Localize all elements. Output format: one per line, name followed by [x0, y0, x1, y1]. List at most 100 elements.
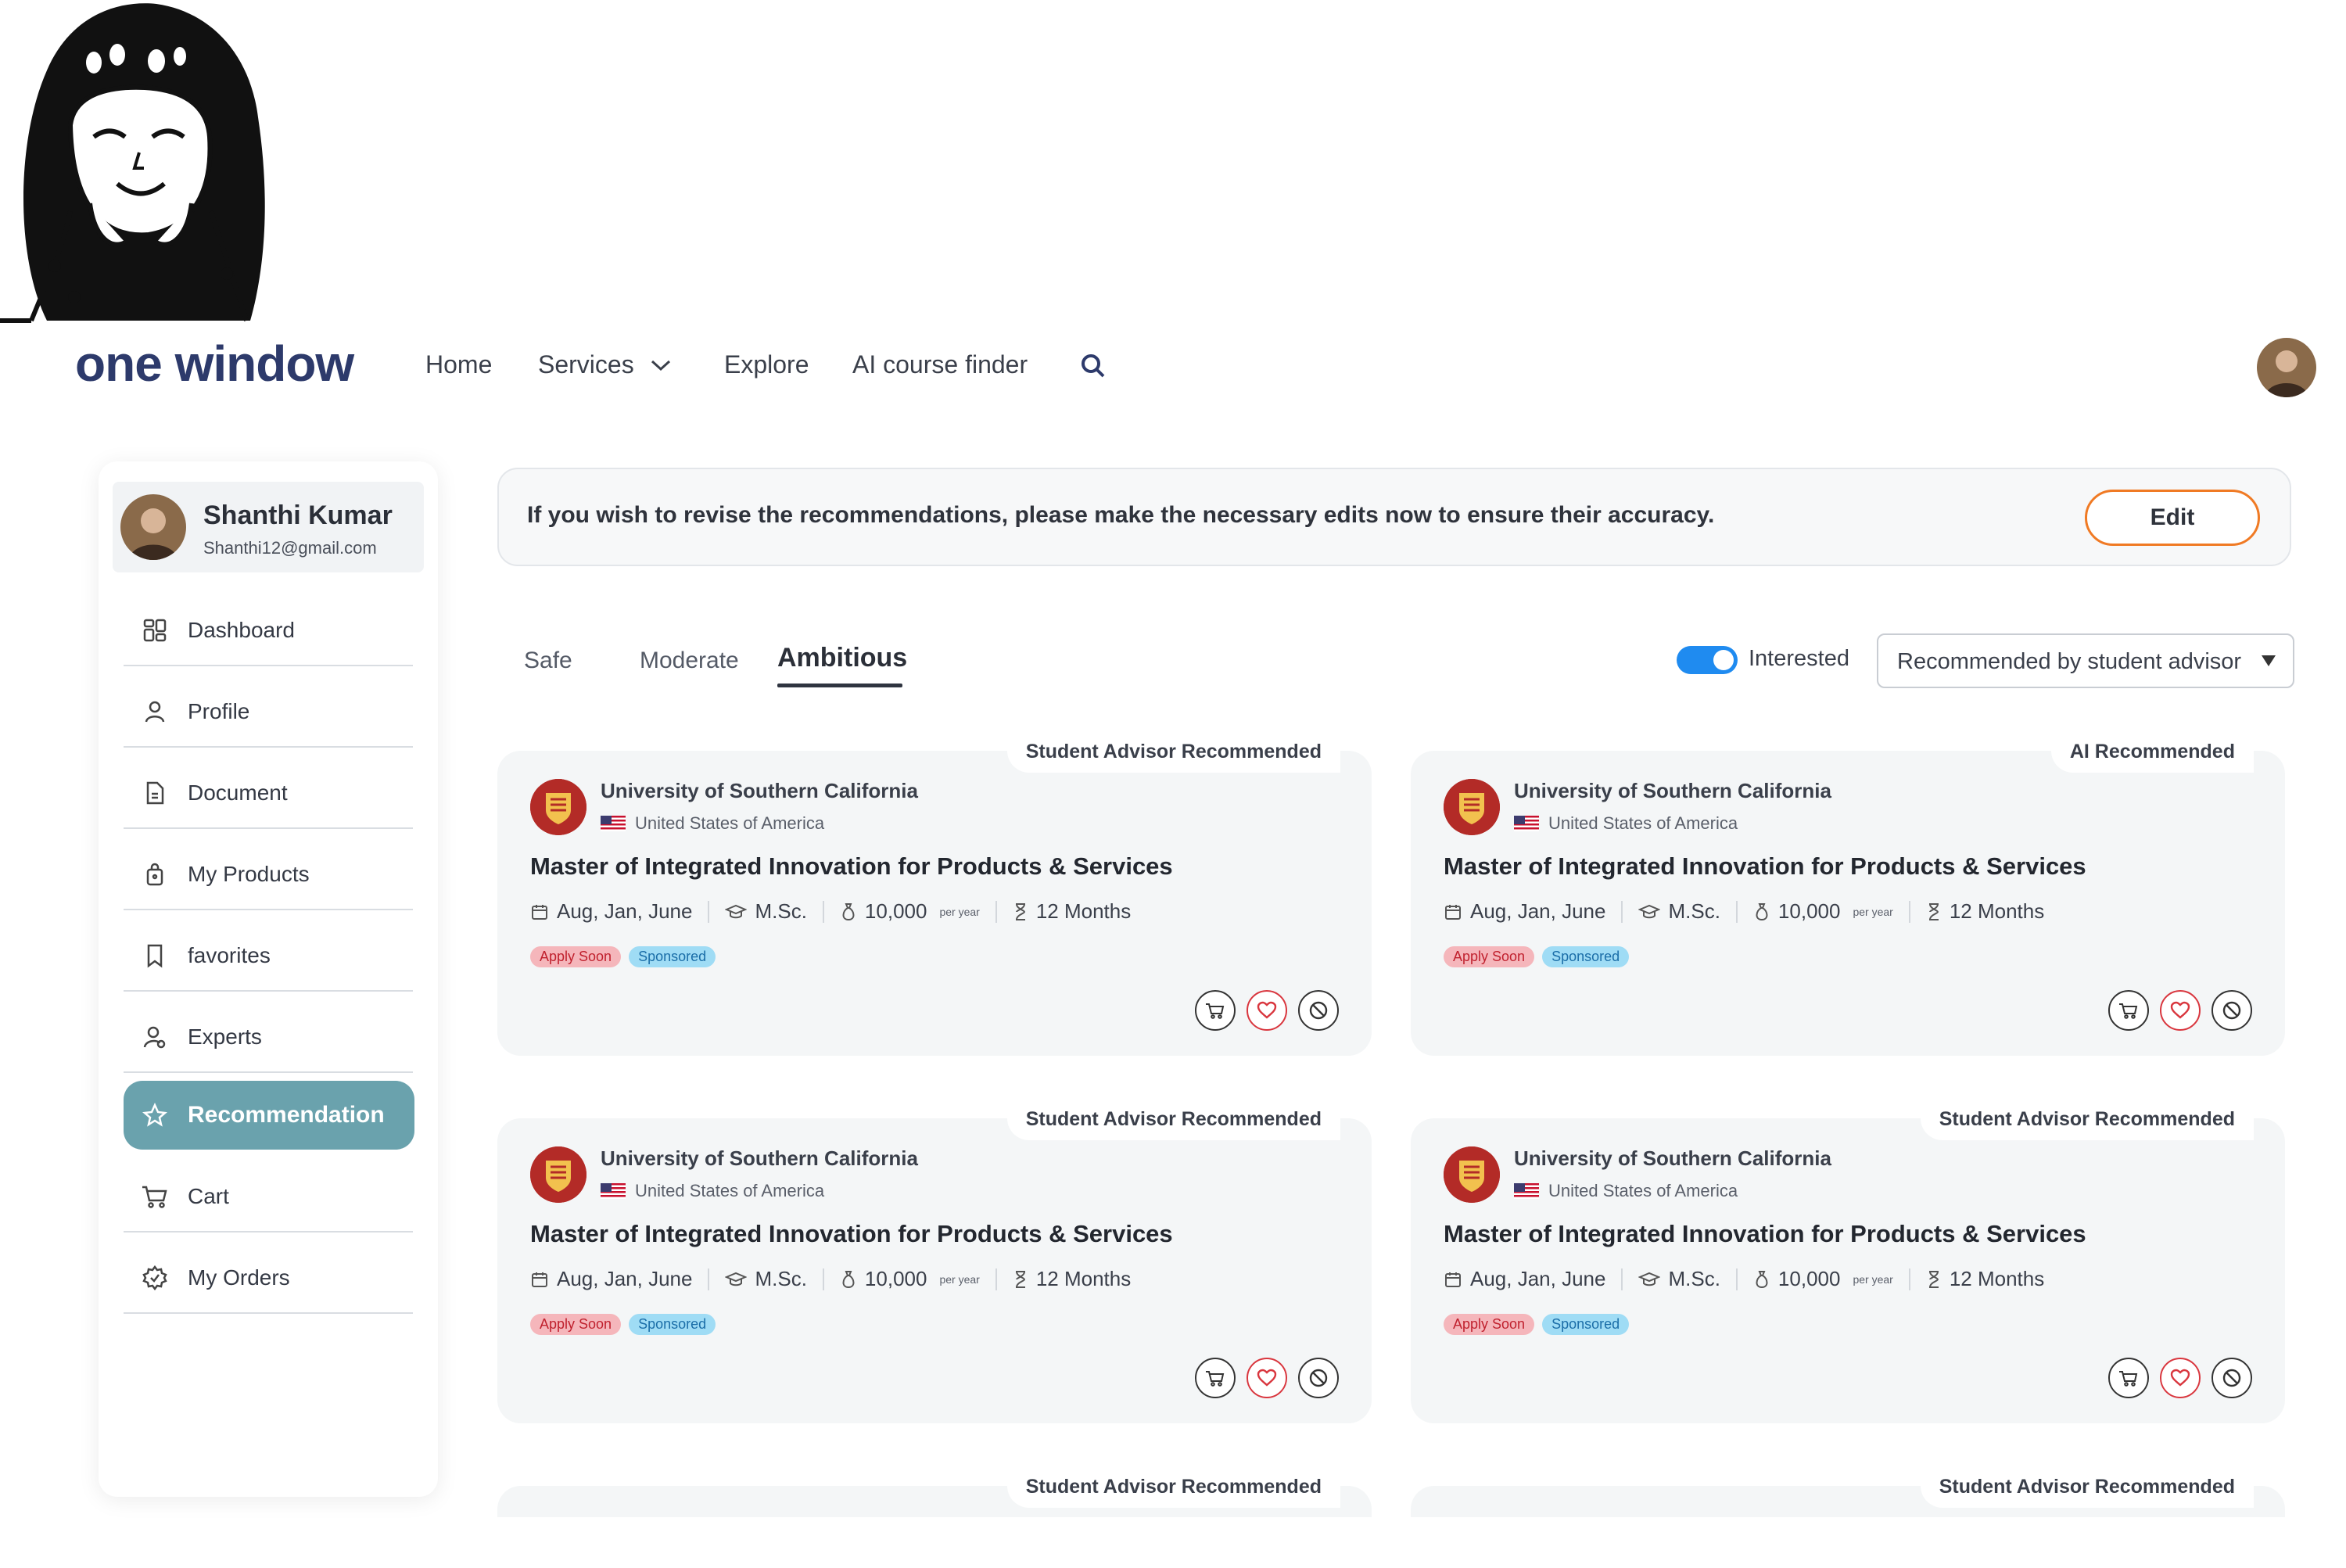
university-name[interactable]: University of Southern California: [1514, 779, 1831, 803]
document-icon: [141, 779, 169, 807]
edit-button[interactable]: Edit: [2085, 490, 2260, 546]
university-name[interactable]: University of Southern California: [1514, 1146, 1831, 1171]
sort-dropdown[interactable]: Recommended by student advisor: [1877, 633, 2294, 688]
hourglass-icon: [1015, 902, 1025, 920]
course-title[interactable]: Master of Integrated Innovation for Prod…: [530, 1220, 1173, 1248]
intake-meta: Aug, Jan, June: [530, 1267, 692, 1291]
favorite-button[interactable]: [2160, 990, 2201, 1031]
nav-services[interactable]: Services: [538, 350, 672, 379]
nav-services-label: Services: [538, 350, 634, 379]
add-to-cart-button[interactable]: [1195, 1358, 1236, 1398]
recommendation-badge: Student Advisor Recommended: [1006, 730, 1340, 773]
heart-icon: [2170, 1001, 2190, 1019]
degree-value: M.Sc.: [755, 899, 807, 923]
course-card[interactable]: Student Advisor Recommended University o…: [497, 730, 1372, 1056]
calendar-icon: [532, 1272, 547, 1287]
duration-value: 12 Months: [1949, 899, 2045, 923]
duration-meta: 12 Months: [1013, 1267, 1131, 1291]
university-logo: [1444, 1146, 1500, 1203]
heart-icon: [2170, 1369, 2190, 1387]
intake-meta: Aug, Jan, June: [1444, 1267, 1605, 1291]
fee-value: 10,000: [1777, 1267, 1841, 1290]
course-title[interactable]: Master of Integrated Innovation for Prod…: [1444, 1220, 2086, 1248]
tab-safe[interactable]: Safe: [524, 648, 572, 674]
course-title[interactable]: Master of Integrated Innovation for Prod…: [1444, 852, 2086, 881]
sidebar-item-my-products[interactable]: My Products: [124, 840, 413, 910]
sidebar-item-profile[interactable]: Profile: [124, 677, 413, 748]
add-to-cart-button[interactable]: [1195, 990, 1236, 1031]
heart-icon: [1257, 1001, 1277, 1019]
favorite-button[interactable]: [1247, 1358, 1287, 1398]
sidebar-item-dashboard[interactable]: Dashboard: [124, 596, 413, 666]
block-icon: [2222, 1001, 2241, 1020]
not-interested-button[interactable]: [1298, 990, 1339, 1031]
not-interested-button[interactable]: [1298, 1358, 1339, 1398]
sidebar-item-my-orders[interactable]: My Orders: [124, 1243, 413, 1314]
course-card[interactable]: Student Advisor Recommended University o…: [1411, 1098, 2285, 1423]
brand-logo[interactable]: one window: [75, 335, 354, 393]
bag-icon: [141, 860, 169, 888]
header-avatar[interactable]: [2257, 338, 2316, 397]
favorite-button[interactable]: [1247, 990, 1287, 1031]
nav-explore[interactable]: Explore: [724, 350, 809, 379]
hourglass-icon: [1928, 902, 1939, 920]
search-icon[interactable]: [1079, 352, 1107, 380]
course-card[interactable]: AI Recommended University of Southern Ca…: [1411, 730, 2285, 1056]
university-name[interactable]: University of Southern California: [601, 779, 918, 803]
course-card[interactable]: Student Advisor Recommended: [1411, 1466, 2285, 1517]
card-actions: [2108, 1358, 2252, 1398]
country-name: United States of America: [1548, 1181, 1738, 1200]
card-actions: [1195, 1358, 1339, 1398]
block-icon: [1309, 1369, 1328, 1387]
sidebar-item-label: My Orders: [188, 1265, 290, 1290]
tab-moderate[interactable]: Moderate: [640, 648, 739, 674]
duration-meta: 12 Months: [1013, 899, 1131, 924]
course-card[interactable]: Student Advisor Recommended University o…: [497, 1098, 1372, 1423]
sidebar-item-recommendation[interactable]: Recommendation: [124, 1081, 414, 1150]
us-flag-icon: [601, 816, 626, 831]
not-interested-button[interactable]: [2211, 990, 2252, 1031]
intake-meta: Aug, Jan, June: [530, 899, 692, 924]
user-card[interactable]: Shanthi Kumar Shanthi12@gmail.com: [113, 482, 424, 572]
sidebar-item-cart[interactable]: Cart: [124, 1162, 413, 1233]
banner-text: If you wish to revise the recommendation…: [527, 502, 1715, 528]
graduation-cap-icon: [725, 904, 748, 918]
university-logo: [530, 1146, 586, 1203]
course-title[interactable]: Master of Integrated Innovation for Prod…: [530, 852, 1173, 881]
money-bag-icon: [1756, 1270, 1768, 1288]
fee-unit: per year: [939, 905, 980, 918]
add-to-cart-button[interactable]: [2108, 990, 2149, 1031]
course-card[interactable]: Student Advisor Recommended: [497, 1466, 1372, 1517]
nav-ai-course-finder[interactable]: AI course finder: [852, 350, 1028, 379]
intake-value: Aug, Jan, June: [1470, 1267, 1606, 1290]
user-avatar: [120, 494, 186, 560]
add-to-cart-button[interactable]: [2108, 1358, 2149, 1398]
degree-meta: M.Sc.: [1638, 1267, 1720, 1291]
apply-soon-tag: Apply Soon: [530, 1314, 622, 1335]
sponsored-tag: Sponsored: [629, 946, 716, 967]
course-tags: Apply Soon Sponsored: [1444, 1314, 1630, 1335]
interested-toggle[interactable]: [1677, 646, 1738, 674]
calendar-icon: [532, 904, 547, 920]
university-name[interactable]: University of Southern California: [601, 1146, 918, 1171]
sponsored-tag: Sponsored: [629, 1314, 716, 1335]
duration-value: 12 Months: [1949, 1267, 2045, 1290]
not-interested-button[interactable]: [2211, 1358, 2252, 1398]
dashboard-icon: [141, 616, 169, 644]
avatar-photo-icon: [2257, 338, 2316, 397]
sidebar-item-document[interactable]: Document: [124, 759, 413, 829]
degree-meta: M.Sc.: [725, 899, 807, 924]
fee-value: 10,000: [1777, 899, 1841, 923]
favorite-button[interactable]: [2160, 1358, 2201, 1398]
nav-home[interactable]: Home: [425, 350, 492, 379]
sidebar-item-label: Cart: [188, 1184, 229, 1208]
sidebar-item-experts[interactable]: Experts: [124, 1003, 413, 1073]
revise-banner: If you wish to revise the recommendation…: [497, 468, 2291, 566]
tab-ambitious[interactable]: Ambitious: [777, 643, 907, 673]
recommendation-badge: AI Recommended: [2050, 730, 2254, 773]
mascot-illustration: [0, 3, 265, 323]
university-country: United States of America: [1514, 813, 1738, 834]
us-flag-icon: [601, 1183, 626, 1199]
sidebar-item-favorites[interactable]: favorites: [124, 921, 413, 992]
money-bag-icon: [1756, 902, 1768, 920]
